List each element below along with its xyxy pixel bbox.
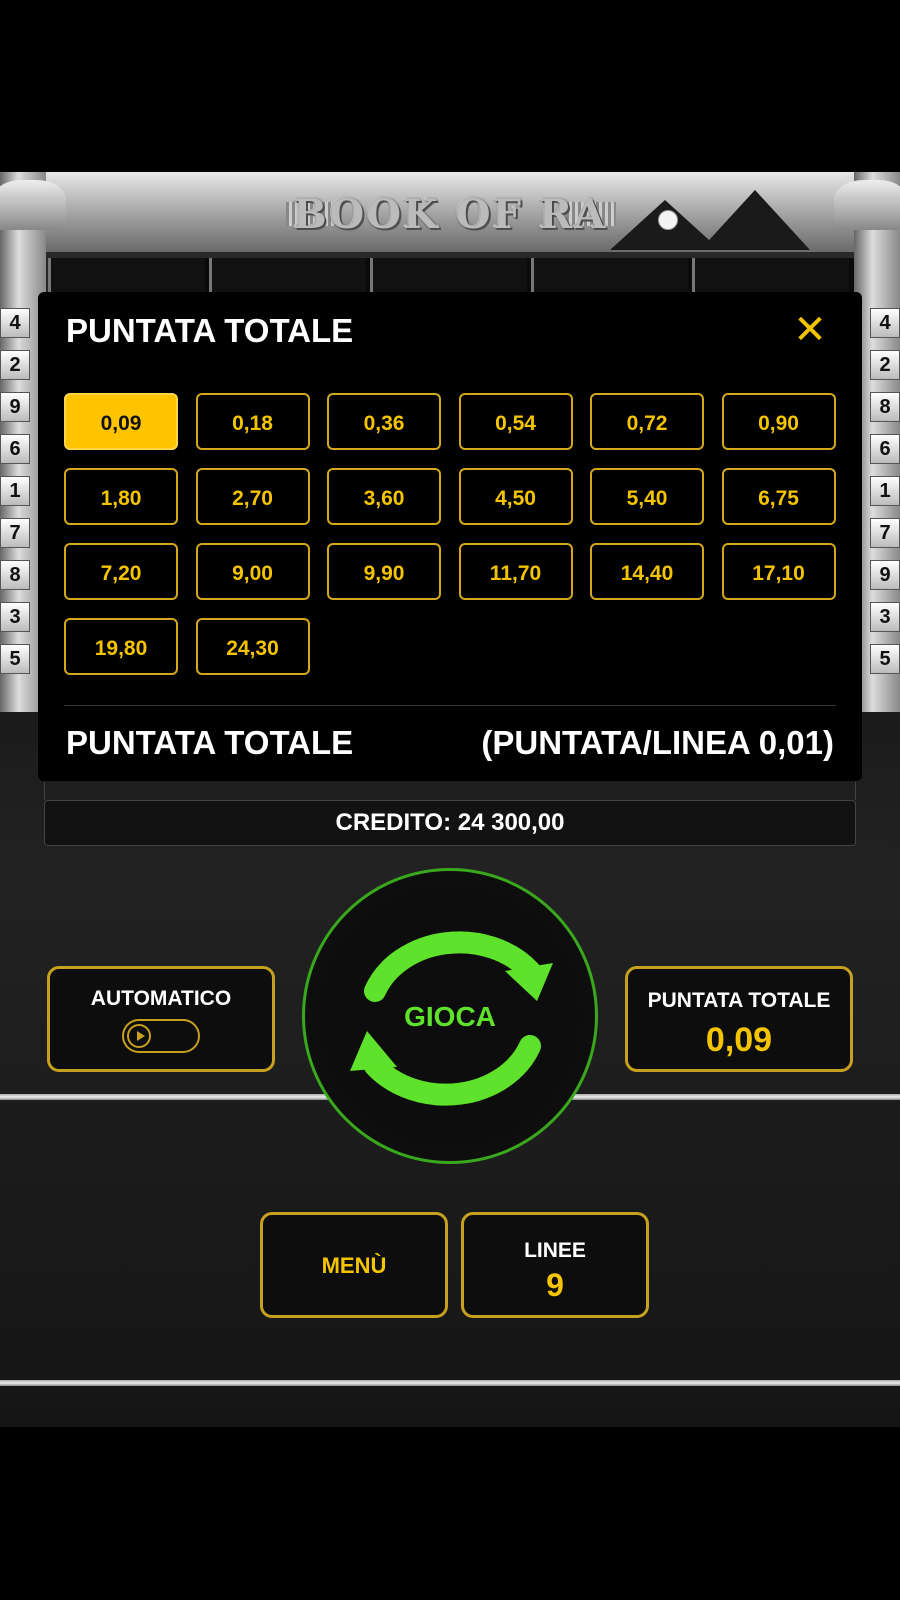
line-number-tab: 5 — [870, 644, 900, 674]
lines-value: 9 — [546, 1267, 564, 1303]
divider — [0, 1380, 900, 1386]
line-number-tab: 2 — [0, 350, 30, 380]
line-number-tab: 1 — [0, 476, 30, 506]
bet-option-button[interactable]: 1,80 — [64, 468, 178, 525]
bet-option-button[interactable]: 4,50 — [458, 468, 573, 525]
pillar-cap-left — [0, 180, 66, 230]
total-bet-button[interactable]: PUNTATA TOTALE 0,09 — [625, 966, 853, 1072]
menu-label: MENÙ — [321, 1253, 387, 1278]
bet-option-button[interactable]: 11,70 — [458, 543, 573, 600]
game-logo: BOOK OF RA — [292, 190, 608, 238]
bet-panel: PUNTATA TOTALE ✕ 0,09 0,18 0,36 0,54 0,72 0,9… — [38, 292, 862, 781]
bet-option-button[interactable]: 24,30 — [195, 618, 310, 675]
menu-button[interactable]: MENÙ — [260, 1212, 448, 1318]
line-number-tab: 1 — [870, 476, 900, 506]
bet-option-button[interactable]: 0,54 — [458, 393, 573, 450]
line-number-tab: 9 — [870, 560, 900, 590]
bet-option-button[interactable]: 9,00 — [195, 543, 310, 600]
line-number-tab: 7 — [870, 518, 900, 548]
lines-label: LINEE — [524, 1239, 586, 1262]
close-icon[interactable]: ✕ — [790, 310, 830, 350]
bet-option-button[interactable]: 0,90 — [721, 393, 836, 450]
bet-option-button[interactable]: 0,36 — [327, 393, 441, 450]
line-number-tab: 6 — [870, 434, 900, 464]
bet-option-button[interactable]: 9,90 — [327, 543, 441, 600]
credit-frame — [44, 782, 856, 800]
bet-option-button[interactable]: 3,60 — [327, 468, 441, 525]
play-button[interactable]: GIOCA — [302, 868, 598, 1164]
game-header: BOOK OF RA — [0, 172, 900, 252]
total-bet-label: PUNTATA TOTALE — [647, 989, 831, 1012]
bet-option-button[interactable]: 6,75 — [721, 468, 836, 525]
bet-panel-title: PUNTATA TOTALE — [66, 312, 354, 349]
play-icon — [127, 1024, 151, 1048]
line-number-tab: 9 — [0, 392, 30, 422]
line-number-tab: 8 — [870, 392, 900, 422]
line-number-tab: 3 — [0, 602, 30, 632]
bet-option-button[interactable]: 17,10 — [721, 543, 836, 600]
line-number-tab: 2 — [870, 350, 900, 380]
line-number-tab: 3 — [870, 602, 900, 632]
autoplay-button[interactable]: AUTOMATICO — [47, 966, 275, 1072]
bet-option-button[interactable]: 0,18 — [195, 393, 310, 450]
bet-option-button[interactable]: 14,40 — [590, 543, 704, 600]
line-number-tab: 4 — [0, 308, 30, 338]
bet-option-button[interactable]: 19,80 — [64, 618, 178, 675]
line-number-tab: 8 — [0, 560, 30, 590]
bet-option-button[interactable]: 5,40 — [590, 468, 704, 525]
play-label: GIOCA — [404, 1001, 496, 1032]
total-bet-value: 0,09 — [705, 1021, 773, 1059]
bet-option-button[interactable]: 2,70 — [195, 468, 310, 525]
autoplay-toggle[interactable] — [122, 1019, 200, 1053]
autoplay-label: AUTOMATICO — [90, 987, 232, 1010]
bet-per-line-info: (PUNTATA/LINEA 0,01) — [481, 724, 834, 761]
line-number-tab: 5 — [0, 644, 30, 674]
lines-button[interactable]: LINEE 9 — [461, 1212, 649, 1318]
line-number-tab: 4 — [870, 308, 900, 338]
bet-panel-footer-label: PUNTATA TOTALE — [66, 724, 354, 761]
credit-display: CREDITO: 24 300,00 — [44, 800, 856, 846]
pillar-cap-right — [834, 180, 900, 230]
pyramid-decoration — [700, 190, 810, 250]
line-number-tab: 6 — [0, 434, 30, 464]
line-number-tab: 7 — [0, 518, 30, 548]
bet-option-button[interactable]: 0,09 — [64, 393, 178, 450]
bet-option-button[interactable]: 7,20 — [64, 543, 178, 600]
bet-option-button[interactable]: 0,72 — [590, 393, 704, 450]
divider — [64, 705, 836, 706]
sun-decoration — [658, 210, 678, 230]
